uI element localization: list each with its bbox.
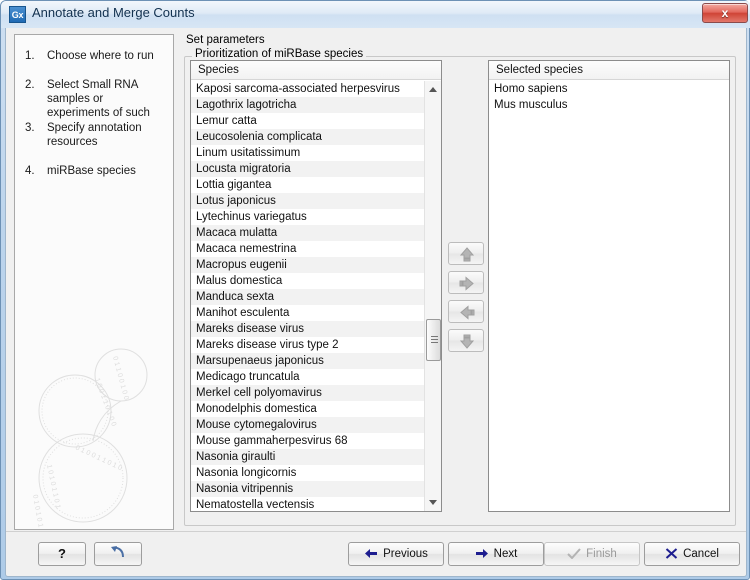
close-x-icon <box>665 545 678 567</box>
list-item[interactable]: Lottia gigantea <box>191 177 424 193</box>
list-item[interactable]: Lytechinus variegatus <box>191 209 424 225</box>
step-label: Choose where to run <box>47 50 154 62</box>
step-label: miRBase species <box>47 165 136 177</box>
list-item[interactable]: Kaposi sarcoma-associated herpesvirus <box>191 81 424 97</box>
list-item[interactable]: Nematostella vectensis <box>191 497 424 511</box>
decorative-watermark: 0 1 1 0 0 1 0 0 1 0 0 1 1 0 1 0 0 0 1 0 … <box>31 348 148 528</box>
list-item[interactable]: Homo sapiens <box>489 81 729 97</box>
list-item[interactable]: Marsupenaeus japonicus <box>191 353 424 369</box>
arrow-down-icon <box>459 334 475 349</box>
list-item[interactable]: Lotus japonicus <box>191 193 424 209</box>
step-label: Select Small RNA samples or experiments … <box>47 79 150 119</box>
remove-species-button[interactable] <box>448 300 484 323</box>
arrow-left-icon <box>460 305 475 320</box>
arrow-up-icon <box>459 247 475 262</box>
wizard-step-4[interactable]: 4. miRBase species <box>25 164 167 178</box>
step-number: 1. <box>25 50 35 62</box>
scrollbar-thumb[interactable] <box>426 319 441 361</box>
wizard-step-1[interactable]: 1. Choose where to run <box>25 49 167 63</box>
list-item[interactable]: Monodelphis domestica <box>191 401 424 417</box>
dialog-client: 1. Choose where to run 2. Select Small R… <box>5 28 747 577</box>
cancel-button[interactable]: Cancel <box>644 542 740 566</box>
step-label: Specify annotation resources <box>47 122 142 148</box>
list-item[interactable]: Macaca nemestrina <box>191 241 424 257</box>
checkmark-icon <box>567 545 581 567</box>
previous-label: Previous <box>383 548 428 560</box>
scroll-down-icon[interactable] <box>425 494 441 511</box>
previous-button[interactable]: Previous <box>348 542 444 566</box>
title-bar: Gx Annotate and Merge Counts x <box>1 1 750 28</box>
list-item[interactable]: Manduca sexta <box>191 289 424 305</box>
step-number: 4. <box>25 165 35 177</box>
svg-text:0 1 0 0 1 1 0 1 0: 0 1 0 0 1 1 0 1 0 <box>74 444 123 472</box>
undo-arrow-icon <box>111 546 124 558</box>
list-item[interactable]: Nasonia vitripennis <box>191 481 424 497</box>
arrow-right-icon <box>475 545 489 567</box>
list-item[interactable]: Locusta migratoria <box>191 161 424 177</box>
svg-text:0 1 1 0 0 1 0 0: 0 1 1 0 0 1 0 0 <box>111 356 129 401</box>
add-species-button[interactable] <box>448 271 484 294</box>
parameters-panel: Set parameters Prioritization of miRBase… <box>182 34 740 530</box>
wizard-step-3[interactable]: 3. Specify annotation resources <box>25 121 167 149</box>
species-list-header: Species <box>191 61 441 80</box>
svg-text:1 0 0 1 1 0 1 0 0: 1 0 0 1 1 0 1 0 0 <box>93 377 117 427</box>
selected-list-header: Selected species <box>489 61 729 80</box>
list-item[interactable]: Lagothrix lagotricha <box>191 97 424 113</box>
wizard-steps-panel: 1. Choose where to run 2. Select Small R… <box>14 34 174 530</box>
move-down-button[interactable] <box>448 329 484 352</box>
svg-text:1 0 1 0 1 1 0 1: 1 0 1 0 1 1 0 1 <box>45 464 61 509</box>
list-item[interactable]: Mouse cytomegalovirus <box>191 417 424 433</box>
next-button[interactable]: Next <box>448 542 544 566</box>
list-item[interactable]: Mus musculus <box>489 97 729 113</box>
next-label: Next <box>493 548 518 560</box>
step-number: 2. <box>25 79 35 91</box>
finish-button: Finish <box>544 542 640 566</box>
reset-button[interactable] <box>94 542 142 566</box>
cancel-label: Cancel <box>683 548 719 560</box>
list-item[interactable]: Leucosolenia complicata <box>191 129 424 145</box>
species-listbox[interactable]: Species Kaposi sarcoma-associated herpes… <box>190 60 442 512</box>
scroll-up-icon[interactable] <box>425 81 441 98</box>
app-icon: Gx <box>9 6 26 23</box>
close-button[interactable]: x <box>702 3 748 23</box>
move-up-button[interactable] <box>448 242 484 265</box>
species-scrollbar[interactable] <box>424 81 441 511</box>
list-item[interactable]: Nasonia longicornis <box>191 465 424 481</box>
arrow-right-icon <box>459 276 474 291</box>
svg-text:0 1 0 1 0 1: 0 1 0 1 0 1 <box>31 494 44 528</box>
section-title: Set parameters <box>186 34 265 46</box>
list-item[interactable]: Merkel cell polyomavirus <box>191 385 424 401</box>
list-item[interactable]: Linum usitatissimum <box>191 145 424 161</box>
arrow-left-icon <box>364 545 378 567</box>
finish-label: Finish <box>586 548 617 560</box>
list-item[interactable]: Mareks disease virus <box>191 321 424 337</box>
dialog-footer: ? Previous Next Finish Cancel <box>6 531 746 576</box>
groupbox-label: Prioritization of miRBase species <box>192 48 367 60</box>
window-title: Annotate and Merge Counts <box>32 5 195 20</box>
list-item[interactable]: Lemur catta <box>191 113 424 129</box>
selected-list-rows[interactable]: Homo sapiens Mus musculus <box>489 81 729 511</box>
list-item[interactable]: Mareks disease virus type 2 <box>191 337 424 353</box>
list-item[interactable]: Mouse gammaherpesvirus 68 <box>191 433 424 449</box>
scrollbar-grip-icon <box>431 336 438 345</box>
help-button[interactable]: ? <box>38 542 86 566</box>
dialog-window: Gx Annotate and Merge Counts x 1. Choose… <box>0 0 750 580</box>
species-list-rows[interactable]: Kaposi sarcoma-associated herpesvirus Lag… <box>191 81 424 511</box>
selected-species-listbox[interactable]: Selected species Homo sapiens Mus musculu… <box>488 60 730 512</box>
list-item[interactable]: Nasonia giraulti <box>191 449 424 465</box>
list-item[interactable]: Medicago truncatula <box>191 369 424 385</box>
list-item[interactable]: Manihot esculenta <box>191 305 424 321</box>
list-item[interactable]: Malus domestica <box>191 273 424 289</box>
list-item[interactable]: Macropus eugenii <box>191 257 424 273</box>
list-item[interactable]: Macaca mulatta <box>191 225 424 241</box>
step-number: 3. <box>25 122 35 134</box>
wizard-step-2[interactable]: 2. Select Small RNA samples or experimen… <box>25 78 167 120</box>
